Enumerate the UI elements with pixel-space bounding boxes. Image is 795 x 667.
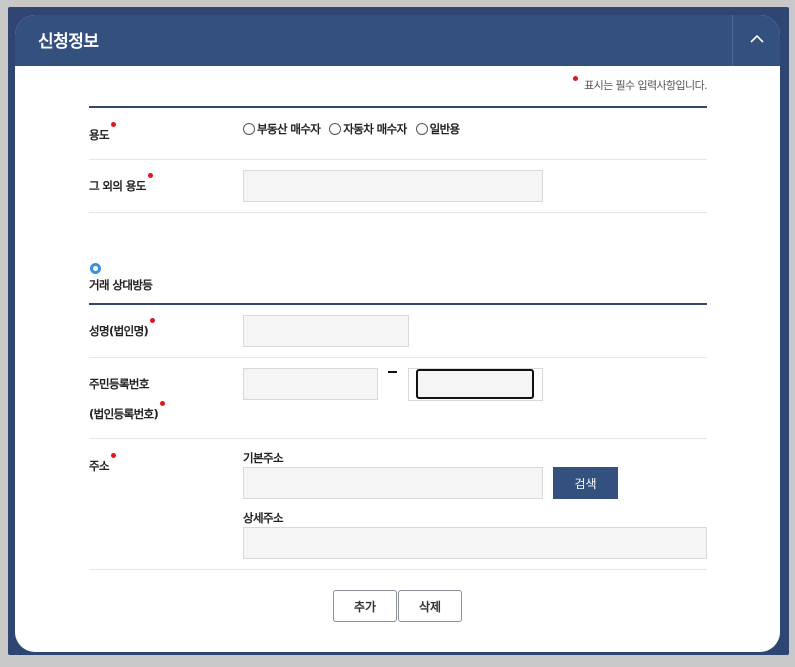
- divider: [89, 357, 707, 358]
- panel-header: 신청정보: [15, 15, 780, 66]
- required-dot-icon: [160, 401, 166, 406]
- radio-label: 자동차 매수자: [343, 122, 407, 136]
- divider: [89, 569, 707, 570]
- radio-circle-icon: [329, 123, 342, 135]
- radio-label: 부동산 매수자: [257, 122, 321, 136]
- address-label: 주소: [89, 453, 116, 474]
- basic-address-label: 기본주소: [243, 451, 284, 465]
- panel-title: 신청정보: [38, 32, 99, 52]
- required-dot-icon: [147, 173, 153, 178]
- section-bullet-icon: [90, 263, 101, 274]
- radio-car-buyer[interactable]: 자동차 매수자: [329, 121, 407, 137]
- other-purpose-input[interactable]: [243, 170, 543, 202]
- required-note-text: 표시는 필수 입력사항입니다.: [584, 79, 708, 92]
- chevron-up-icon: [749, 31, 765, 51]
- radio-circle-icon: [243, 123, 255, 135]
- rrn-back-input[interactable]: [416, 369, 534, 399]
- detail-address-label: 상세주소: [243, 511, 284, 525]
- rrn-label-line2: (법인등록번호): [89, 401, 166, 422]
- radio-real-estate-buyer[interactable]: 부동산 매수자: [243, 121, 321, 137]
- add-button[interactable]: 추가: [333, 590, 397, 622]
- required-dot-icon: [110, 122, 116, 127]
- application-info-panel: 신청정보 표시는 필수 입력사항입니다. 용도 부동산 매수자 자동차 매수자 …: [15, 15, 780, 652]
- name-label-text: 성명(법인명): [89, 324, 149, 338]
- delete-button[interactable]: 삭제: [398, 590, 462, 622]
- divider: [89, 159, 707, 160]
- divider: [89, 303, 707, 305]
- required-note: 표시는 필수 입력사항입니다.: [573, 76, 708, 93]
- purpose-label: 용도: [89, 122, 116, 143]
- divider: [89, 212, 707, 213]
- required-dot-icon: [573, 76, 579, 81]
- required-dot-icon: [110, 453, 116, 458]
- purpose-label-text: 용도: [89, 128, 110, 142]
- required-dot-icon: [150, 318, 156, 323]
- divider: [89, 438, 707, 439]
- divider: [89, 106, 707, 108]
- address-search-button[interactable]: 검색: [553, 467, 618, 499]
- collapse-button[interactable]: [732, 15, 780, 66]
- section-title: 거래 상대방등: [89, 278, 153, 292]
- radio-general-use[interactable]: 일반용: [415, 121, 461, 137]
- rrn-dash: [388, 371, 397, 373]
- detail-address-input[interactable]: [243, 527, 707, 559]
- rrn-label-line2-text: (법인등록번호): [89, 407, 159, 421]
- basic-address-input[interactable]: [243, 467, 543, 499]
- rrn-label-line1: 주민등록번호: [89, 377, 149, 391]
- name-label: 성명(법인명): [89, 318, 156, 339]
- name-input[interactable]: [243, 315, 409, 347]
- radio-label: 일반용: [429, 122, 461, 136]
- radio-circle-icon: [415, 123, 428, 135]
- other-purpose-label: 그 외의 용도: [89, 173, 153, 194]
- address-label-text: 주소: [89, 459, 110, 473]
- rrn-front-input[interactable]: [243, 368, 378, 400]
- purpose-radio-group: 부동산 매수자 자동차 매수자 일반용: [243, 121, 460, 137]
- other-purpose-label-text: 그 외의 용도: [89, 179, 146, 193]
